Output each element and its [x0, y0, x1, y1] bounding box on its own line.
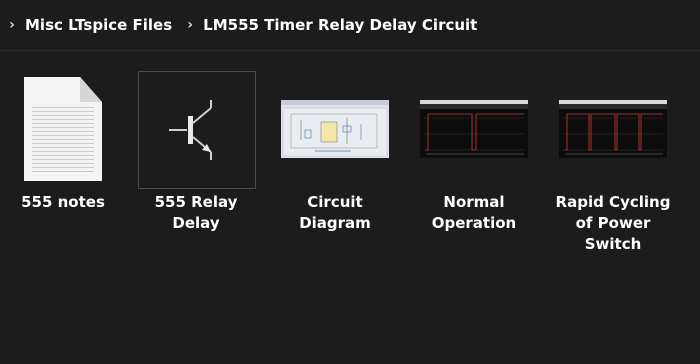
file-name: Normal Operation [431, 193, 517, 232]
file-thumbnail [5, 71, 121, 187]
chevron-right-icon[interactable]: › [182, 17, 198, 33]
file-name: 555 Relay Delay [154, 193, 238, 232]
breadcrumb-item-lm555-timer-relay-delay-circuit[interactable]: LM555 Timer Relay Delay Circuit [203, 16, 477, 34]
circuit-screenshot-thumbnail [281, 100, 389, 158]
file-thumbnail [138, 71, 256, 189]
file-name: Rapid Cycling of Power Switch [555, 193, 671, 253]
transistor-symbol-icon [169, 100, 212, 160]
file-item-normal-operation[interactable]: Normal Operation [415, 70, 535, 260]
chevron-right-icon[interactable]: › [4, 17, 20, 33]
breadcrumb: › Misc LTspice Files › LM555 Timer Relay… [0, 0, 700, 51]
file-thumbnail [555, 71, 671, 187]
waveform-screenshot-thumbnail [420, 100, 528, 158]
file-thumbnail [277, 71, 393, 187]
text-document-icon [24, 77, 102, 181]
file-item-circuit-diagram[interactable]: Circuit Diagram [276, 70, 396, 260]
file-explorer-window: › Misc LTspice Files › LM555 Timer Relay… [0, 0, 700, 364]
waveform-screenshot-thumbnail [559, 100, 667, 158]
file-item-555-relay-delay[interactable]: 555 Relay Delay [137, 70, 257, 260]
breadcrumb-item-misc-ltspice-files[interactable]: Misc LTspice Files [25, 16, 172, 34]
file-name: Circuit Diagram [299, 193, 371, 232]
file-item-rapid-cycling-of-power-switch[interactable]: Rapid Cycling of Power Switch [554, 70, 674, 260]
file-thumbnail [416, 71, 532, 187]
file-item-555-notes[interactable]: 555 notes [4, 70, 124, 260]
file-name: 555 notes [21, 193, 105, 211]
